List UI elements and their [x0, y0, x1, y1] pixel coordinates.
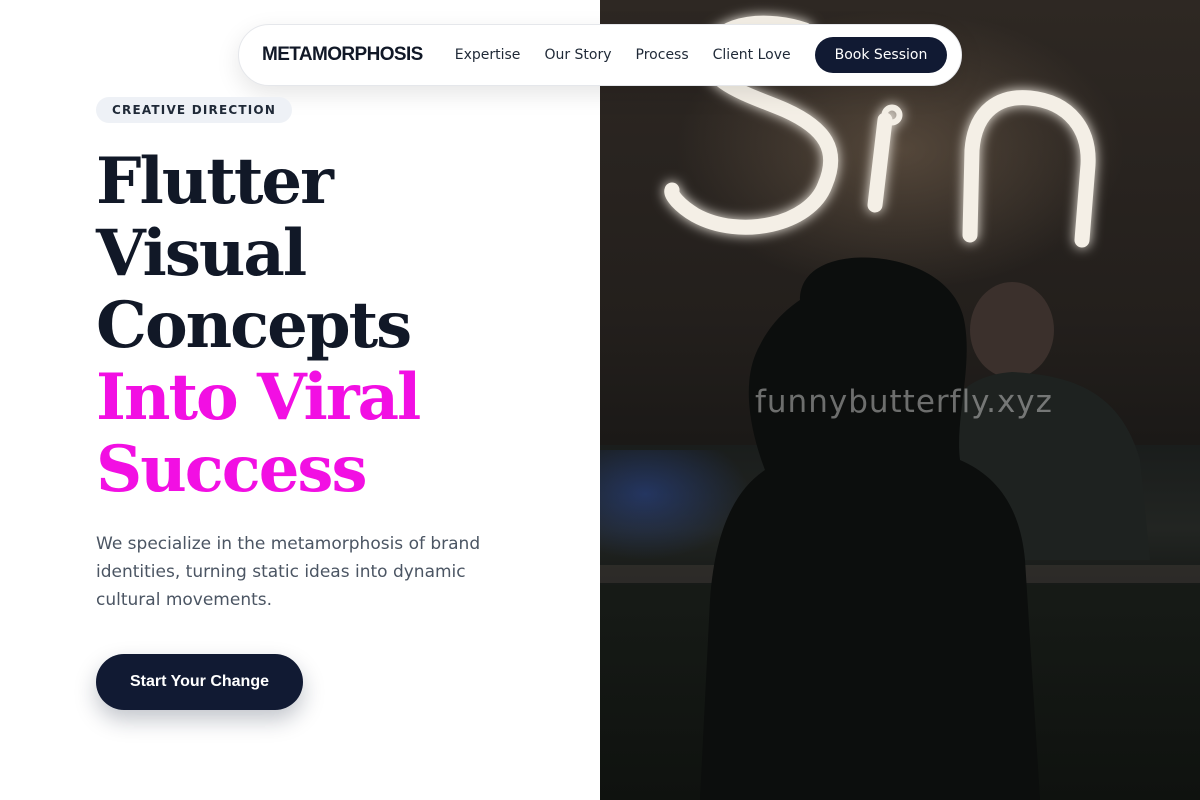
- category-tag: CREATIVE DIRECTION: [96, 97, 293, 123]
- headline-line: Concepts: [96, 288, 412, 363]
- book-session-button[interactable]: Book Session: [814, 37, 948, 73]
- nav-link-our-story[interactable]: Our Story: [544, 47, 611, 63]
- hero-photo: funnybutterfly.xyz: [600, 0, 1200, 800]
- brand-logo[interactable]: METAMORPHOSIS: [262, 44, 423, 66]
- headline-accent-line: Success: [96, 432, 367, 507]
- headline-line: Flutter: [96, 144, 334, 219]
- top-navigation: METAMORPHOSIS Expertise Our Story Proces…: [238, 24, 962, 86]
- watermark-text: funnybutterfly.xyz: [755, 384, 1053, 420]
- nav-link-process[interactable]: Process: [636, 47, 689, 63]
- background-person-head: [970, 282, 1054, 378]
- hero-headline: Flutter Visual Concepts Into Viral Succe…: [96, 144, 421, 507]
- nav-link-client-love[interactable]: Client Love: [713, 47, 791, 63]
- headline-accent-line: Into Viral: [96, 360, 421, 435]
- nav-link-expertise[interactable]: Expertise: [455, 47, 521, 63]
- hero-description: We specialize in the metamorphosis of br…: [96, 534, 481, 610]
- start-your-change-button[interactable]: Start Your Change: [96, 654, 303, 710]
- headline-line: Visual: [96, 216, 307, 291]
